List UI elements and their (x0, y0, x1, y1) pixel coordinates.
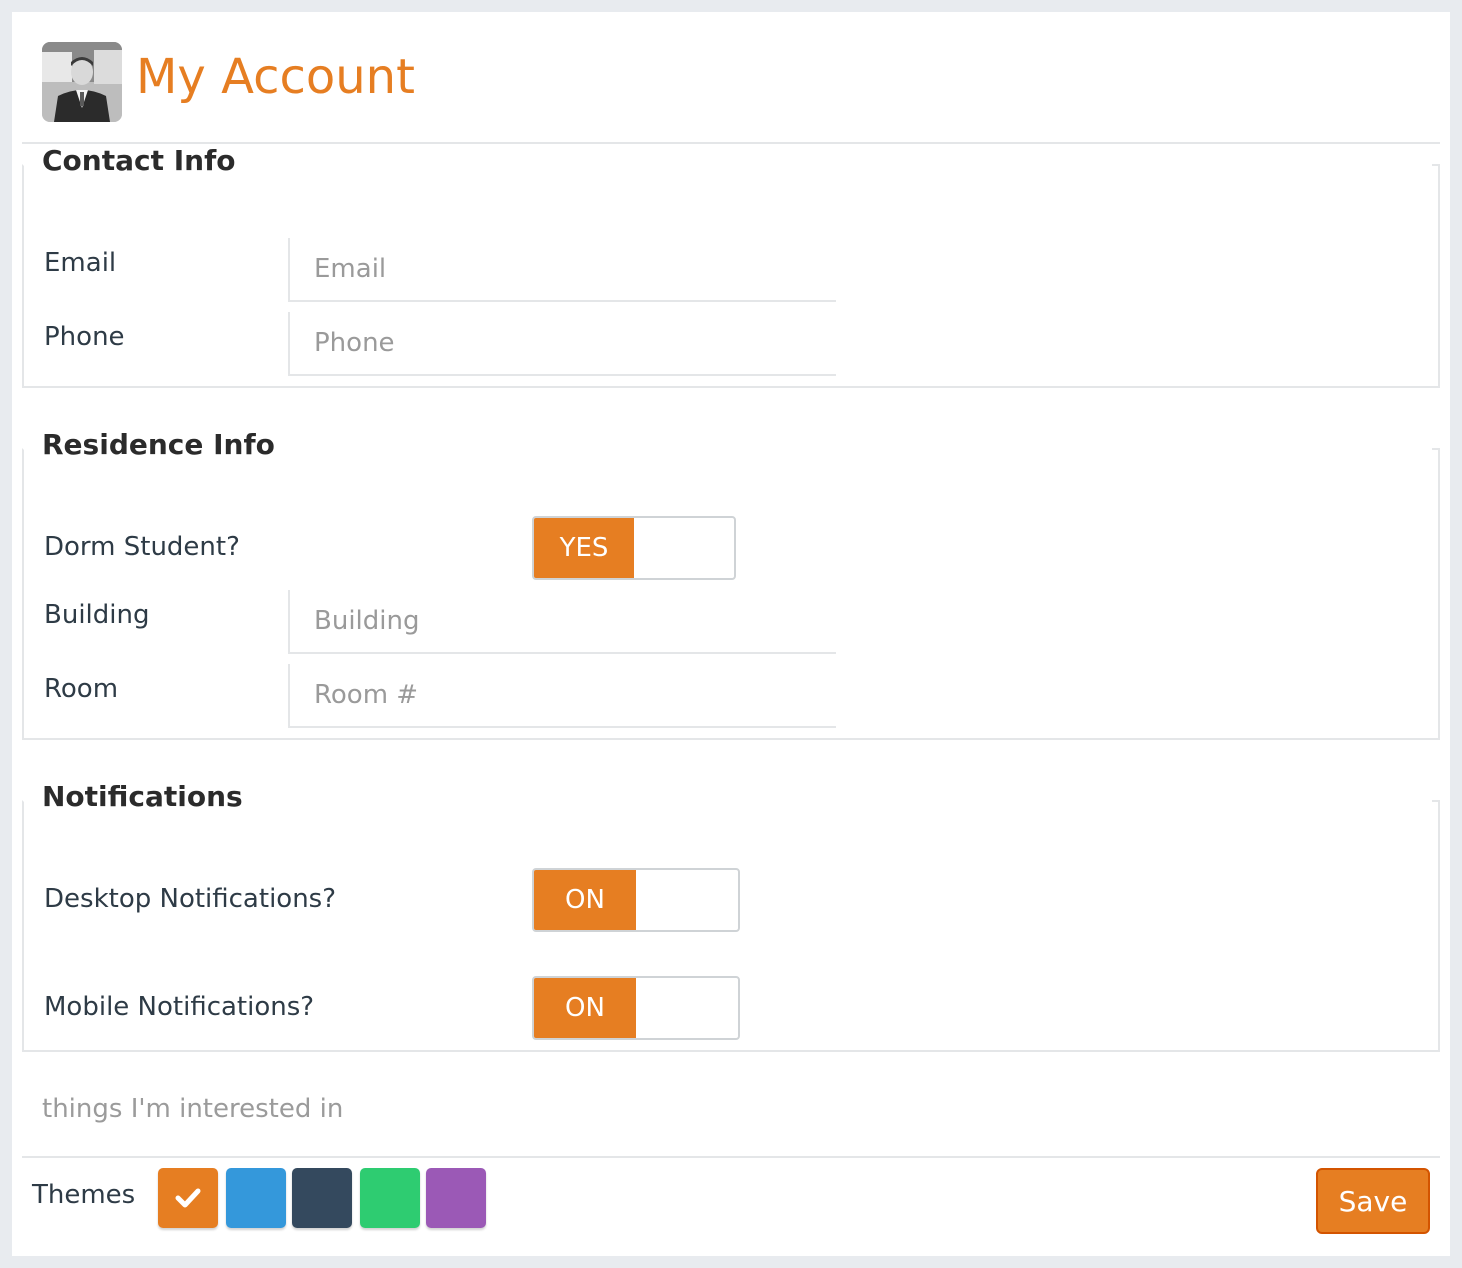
residence-info-heading: Residence Info (42, 428, 275, 461)
mobile-notifications-toggle[interactable]: ON (532, 976, 740, 1040)
theme-swatch-purple[interactable] (426, 1168, 486, 1228)
phone-label: Phone (44, 322, 125, 352)
theme-swatch-blue[interactable] (226, 1168, 286, 1228)
toggle-on-label: ON (534, 978, 636, 1038)
themes-label: Themes (32, 1180, 136, 1210)
save-button[interactable]: Save (1316, 1168, 1430, 1234)
section-border (1432, 448, 1440, 450)
footer-divider (22, 1156, 1440, 1158)
notifications-heading: Notifications (42, 780, 243, 813)
desktop-notifications-toggle[interactable]: ON (532, 868, 740, 932)
dorm-student-toggle[interactable]: YES (532, 516, 736, 580)
check-icon (175, 1188, 201, 1208)
theme-swatch-green[interactable] (360, 1168, 420, 1228)
interests-input[interactable]: things I'm interested in (42, 1094, 343, 1124)
mobile-notifications-label: Mobile Notifications? (44, 992, 315, 1022)
toggle-on-label: ON (534, 870, 636, 930)
page-title: My Account (136, 49, 415, 105)
desktop-notifications-label: Desktop Notifications? (44, 884, 337, 914)
avatar (42, 42, 122, 122)
section-border (1432, 800, 1440, 802)
phone-field[interactable] (288, 312, 836, 376)
dorm-student-label: Dorm Student? (44, 532, 240, 562)
contact-info-heading: Contact Info (42, 144, 236, 177)
email-label: Email (44, 248, 117, 278)
building-field[interactable] (288, 590, 836, 654)
section-border (1432, 164, 1440, 166)
theme-swatch-dark[interactable] (292, 1168, 352, 1228)
account-card: My Account Contact Info Email Phone Resi… (12, 12, 1450, 1256)
building-label: Building (44, 600, 150, 630)
toggle-on-label: YES (534, 518, 634, 578)
room-field[interactable] (288, 664, 836, 728)
room-label: Room (44, 674, 119, 704)
theme-swatch-orange[interactable] (158, 1168, 218, 1228)
email-field[interactable] (288, 238, 836, 302)
